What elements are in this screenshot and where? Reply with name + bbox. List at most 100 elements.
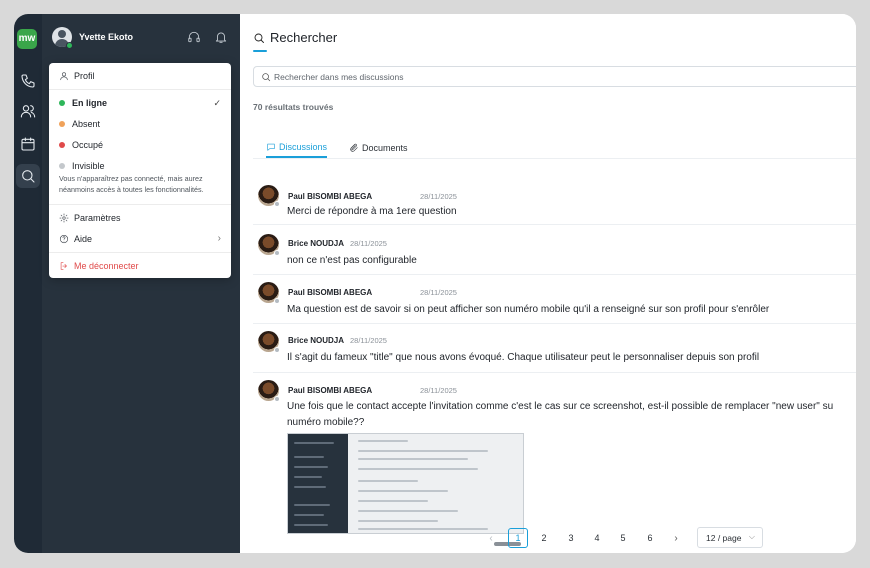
status-dot bbox=[59, 100, 65, 106]
user-header[interactable]: Yvette Ekoto bbox=[42, 14, 240, 62]
menu-item-label: Aide bbox=[74, 234, 93, 244]
menu-item-profile[interactable]: Profil bbox=[59, 71, 221, 81]
divider bbox=[49, 252, 231, 253]
message-date: 28/11/2025 bbox=[420, 192, 457, 201]
list-item[interactable]: Paul BISOMBI ABEGA 28/11/2025 Merci de r… bbox=[253, 179, 856, 225]
page-1-button[interactable]: 1 bbox=[508, 528, 528, 548]
status-option-invisible[interactable]: Invisible bbox=[59, 161, 221, 171]
search-panel: Rechercher 70 résultats trouvés Discussi… bbox=[240, 14, 856, 553]
contacts-icon bbox=[20, 105, 36, 118]
list-item[interactable]: Brice NOUDJA 28/11/2025 Il s'agit du fam… bbox=[253, 325, 856, 373]
status-dot bbox=[59, 163, 65, 169]
calendar-icon bbox=[21, 137, 35, 151]
status-label: Absent bbox=[72, 119, 101, 129]
headset-icon bbox=[188, 31, 200, 43]
menu-item-label: Paramètres bbox=[74, 213, 121, 223]
message-date: 28/11/2025 bbox=[420, 386, 457, 395]
page-4-button[interactable]: 4 bbox=[587, 528, 607, 548]
avatar bbox=[258, 380, 280, 402]
status-label: Occupé bbox=[72, 140, 104, 150]
online-status-dot bbox=[66, 42, 73, 49]
menu-item-help[interactable]: Aide › bbox=[59, 233, 221, 244]
tab-label: Documents bbox=[362, 143, 408, 153]
message-text-line-1: Une fois que le contact accepte l'invita… bbox=[287, 401, 834, 412]
menu-item-logout[interactable]: Me déconnecter bbox=[59, 261, 221, 271]
chevron-right-icon: › bbox=[217, 233, 221, 244]
tab-bar: Discussions Documents bbox=[253, 134, 856, 159]
search-field[interactable] bbox=[253, 66, 856, 87]
message-author: Paul BISOMBI ABEGA bbox=[288, 192, 373, 201]
paperclip-icon bbox=[350, 143, 358, 152]
rail-contacts-button[interactable] bbox=[16, 99, 40, 123]
nav-rail: mw bbox=[14, 14, 42, 553]
page-3-button[interactable]: 3 bbox=[561, 528, 581, 548]
help-icon bbox=[59, 234, 69, 244]
message-date: 28/11/2025 bbox=[420, 288, 457, 297]
logout-icon bbox=[60, 262, 67, 270]
support-button[interactable] bbox=[187, 30, 201, 44]
rail-calls-button[interactable] bbox=[16, 69, 40, 93]
avatar bbox=[258, 234, 280, 256]
rail-calendar-button[interactable] bbox=[16, 132, 40, 156]
title-underline bbox=[253, 50, 267, 52]
results-count: 70 résultats trouvés bbox=[253, 102, 334, 112]
page-5-button[interactable]: 5 bbox=[613, 528, 633, 548]
bell-icon bbox=[215, 32, 227, 43]
next-page-button[interactable]: › bbox=[666, 528, 686, 548]
tab-discussions[interactable]: Discussions bbox=[266, 138, 328, 158]
status-dot bbox=[59, 121, 65, 127]
page-size-select[interactable]: 12 / page ⌵ bbox=[697, 527, 763, 548]
avatar bbox=[258, 282, 280, 304]
search-input[interactable] bbox=[274, 71, 834, 82]
status-menu: Profil En ligne ✓ Absent Occupé Invisibl… bbox=[49, 63, 231, 278]
gear-icon bbox=[59, 213, 69, 223]
search-icon bbox=[262, 72, 271, 81]
list-item[interactable]: Paul BISOMBI ABEGA 28/11/2025 Ma questio… bbox=[253, 276, 856, 324]
avatar bbox=[258, 185, 280, 207]
message-text: non ce n'est pas configurable bbox=[287, 255, 417, 266]
status-dot bbox=[59, 142, 65, 148]
menu-item-settings[interactable]: Paramètres bbox=[59, 213, 221, 223]
search-icon bbox=[22, 170, 35, 183]
message-author: Paul BISOMBI ABEGA bbox=[288, 288, 373, 297]
list-item[interactable]: Brice NOUDJA 28/11/2025 non ce n'est pas… bbox=[253, 227, 856, 275]
screenshot-attachment[interactable] bbox=[287, 433, 524, 534]
divider bbox=[49, 204, 231, 205]
message-text: Ma question est de savoir si on peut aff… bbox=[287, 304, 770, 315]
divider bbox=[49, 89, 231, 90]
pagination: ‹ 1 2 3 4 5 6 › bbox=[481, 528, 691, 548]
app-window: mw Yvette Ekoto Profil En ligne ✓ Absent… bbox=[14, 14, 856, 553]
tab-label: Discussions bbox=[279, 142, 328, 152]
page-size-value: 12 / page bbox=[706, 532, 742, 543]
page-header: Rechercher bbox=[253, 30, 337, 45]
chat-bubble-icon bbox=[267, 143, 275, 151]
message-text: Il s'agit du fameux "title" que nous avo… bbox=[287, 352, 760, 363]
status-label: Invisible bbox=[72, 161, 105, 171]
prev-page-button[interactable]: ‹ bbox=[481, 528, 501, 548]
search-icon bbox=[254, 33, 264, 43]
app-logo[interactable]: mw bbox=[17, 29, 37, 49]
page-6-button[interactable]: 6 bbox=[640, 528, 660, 548]
message-text: Merci de répondre à ma 1ere question bbox=[287, 206, 457, 217]
message-author: Paul BISOMBI ABEGA bbox=[288, 386, 373, 395]
message-author: Brice NOUDJA bbox=[288, 336, 345, 345]
tab-documents[interactable]: Documents bbox=[349, 138, 408, 158]
phone-icon bbox=[21, 74, 35, 88]
page-title: Rechercher bbox=[270, 30, 338, 45]
message-text-line-2: numéro mobile?? bbox=[287, 417, 365, 428]
notifications-button[interactable] bbox=[214, 30, 228, 44]
invisible-note: Vous n'apparaîtrez pas connecté, mais au… bbox=[59, 174, 204, 194]
menu-item-label: Profil bbox=[74, 71, 95, 81]
status-option-busy[interactable]: Occupé bbox=[59, 140, 221, 150]
status-option-away[interactable]: Absent bbox=[59, 119, 221, 129]
menu-item-label: Me déconnecter bbox=[74, 261, 139, 271]
page-2-button[interactable]: 2 bbox=[534, 528, 554, 548]
user-name: Yvette Ekoto bbox=[79, 32, 134, 42]
avatar bbox=[258, 331, 280, 353]
chevron-down-icon: ⌵ bbox=[748, 532, 755, 541]
message-date: 28/11/2025 bbox=[350, 336, 387, 345]
rail-search-button[interactable] bbox=[16, 164, 40, 188]
status-option-online[interactable]: En ligne ✓ bbox=[59, 98, 221, 108]
message-date: 28/11/2025 bbox=[350, 239, 387, 248]
thumbnail-sidebar bbox=[288, 434, 348, 533]
